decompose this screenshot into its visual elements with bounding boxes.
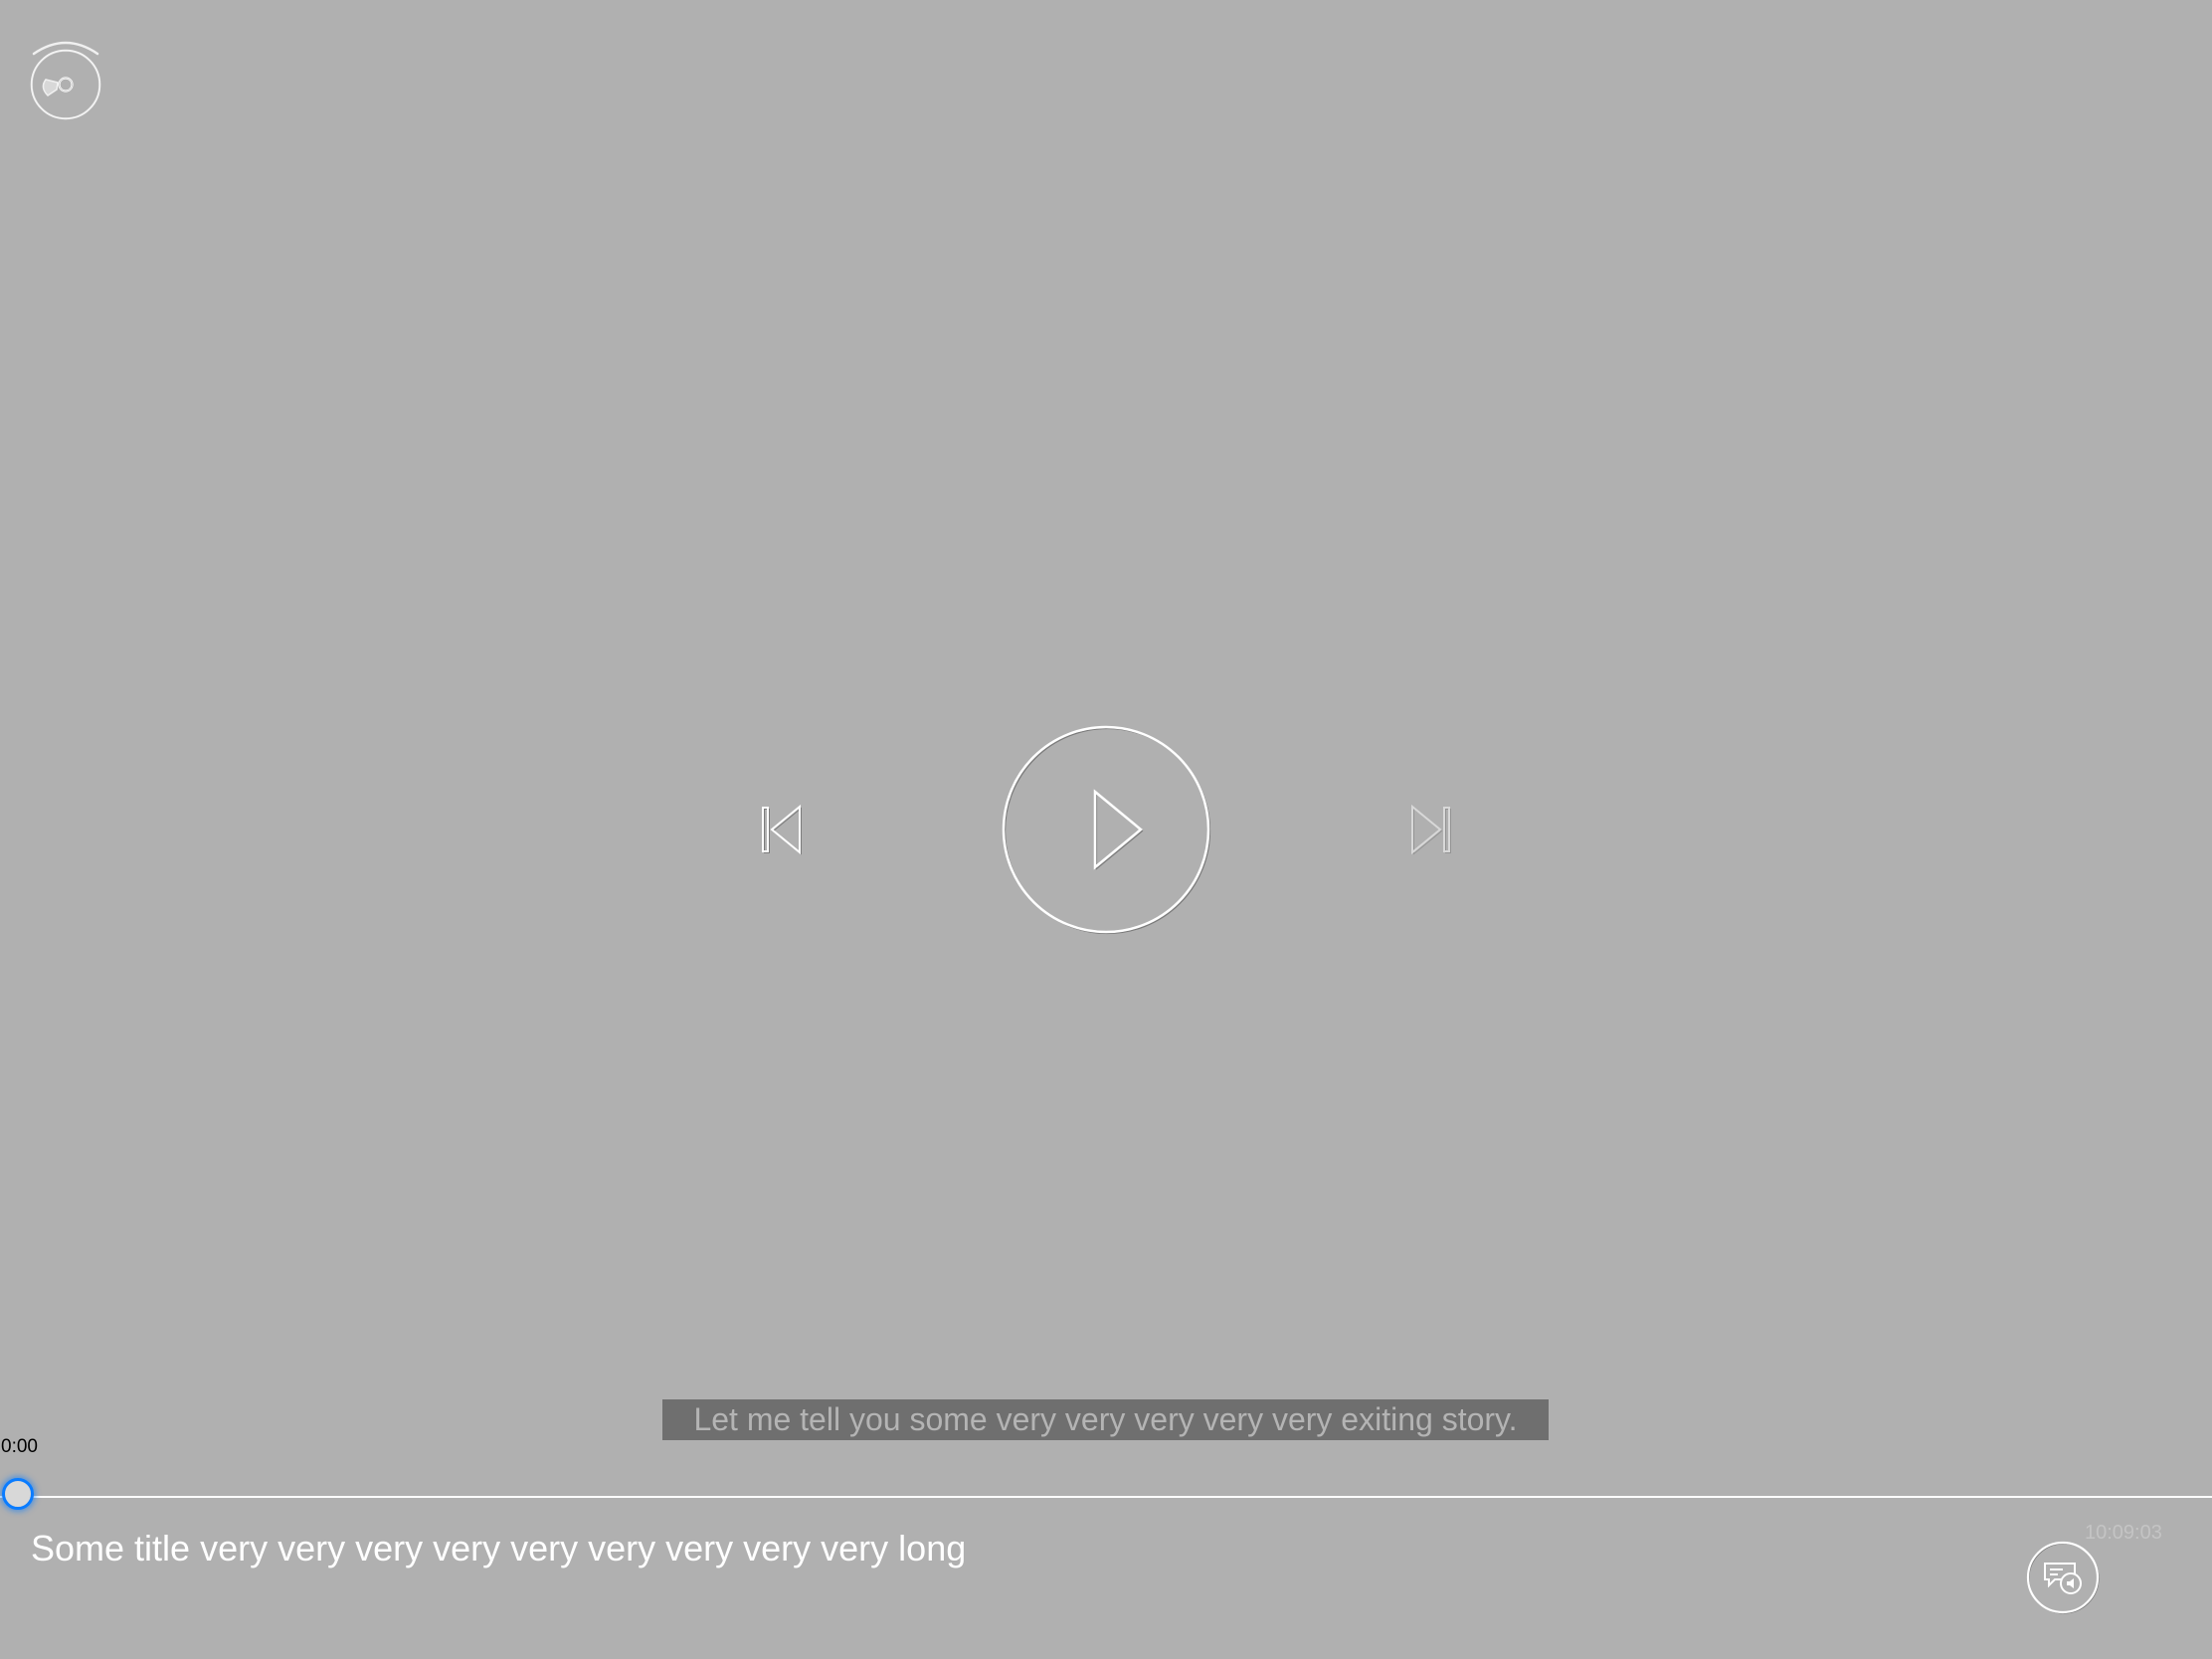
disc-button[interactable] [28, 38, 103, 123]
progress-slider-thumb[interactable] [2, 1478, 34, 1510]
skip-previous-icon [762, 804, 802, 855]
previous-track-button[interactable] [756, 804, 806, 855]
progress-slider-track[interactable] [0, 1496, 2212, 1498]
play-icon [1002, 725, 1211, 935]
subtitles-audio-icon [2026, 1541, 2100, 1614]
subtitle-caption: Let me tell you some very very very very… [662, 1399, 1549, 1440]
disc-airplay-icon [30, 41, 101, 120]
elapsed-time: 0:00 [1, 1436, 38, 1457]
next-track-button[interactable] [1406, 804, 1456, 855]
media-title: Some title very very very very very very… [31, 1528, 967, 1568]
skip-next-icon [1411, 804, 1451, 855]
subtitles-audio-button[interactable] [2025, 1540, 2101, 1615]
play-button[interactable] [1001, 724, 1211, 935]
